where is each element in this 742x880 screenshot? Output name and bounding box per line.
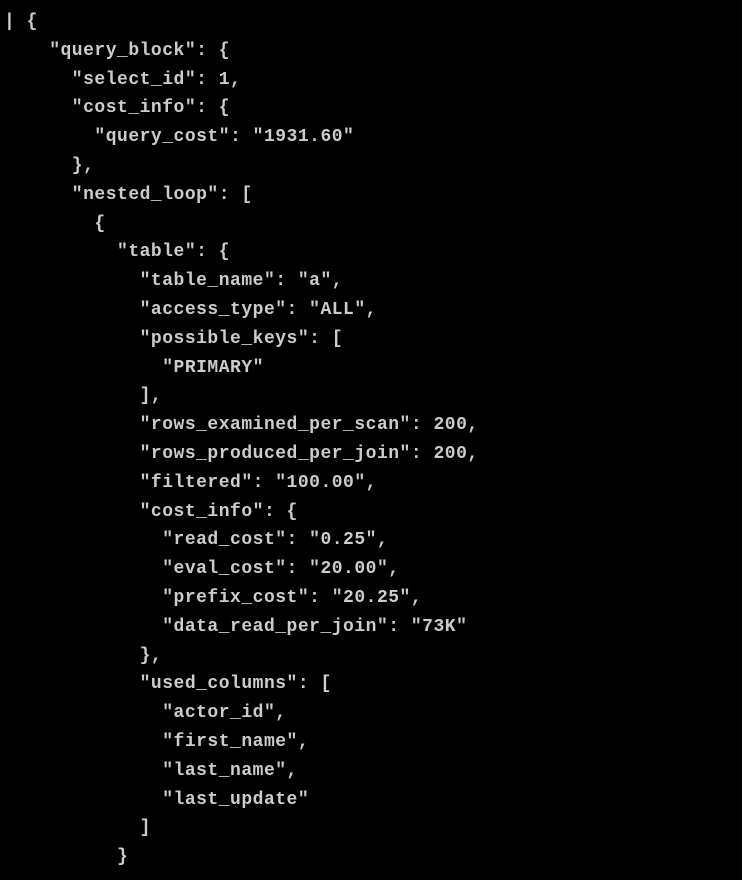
code-block: | { "query_block": { "select_id": 1, "co… xyxy=(0,0,742,880)
json-content: | { "query_block": { "select_id": 1, "co… xyxy=(4,12,479,867)
